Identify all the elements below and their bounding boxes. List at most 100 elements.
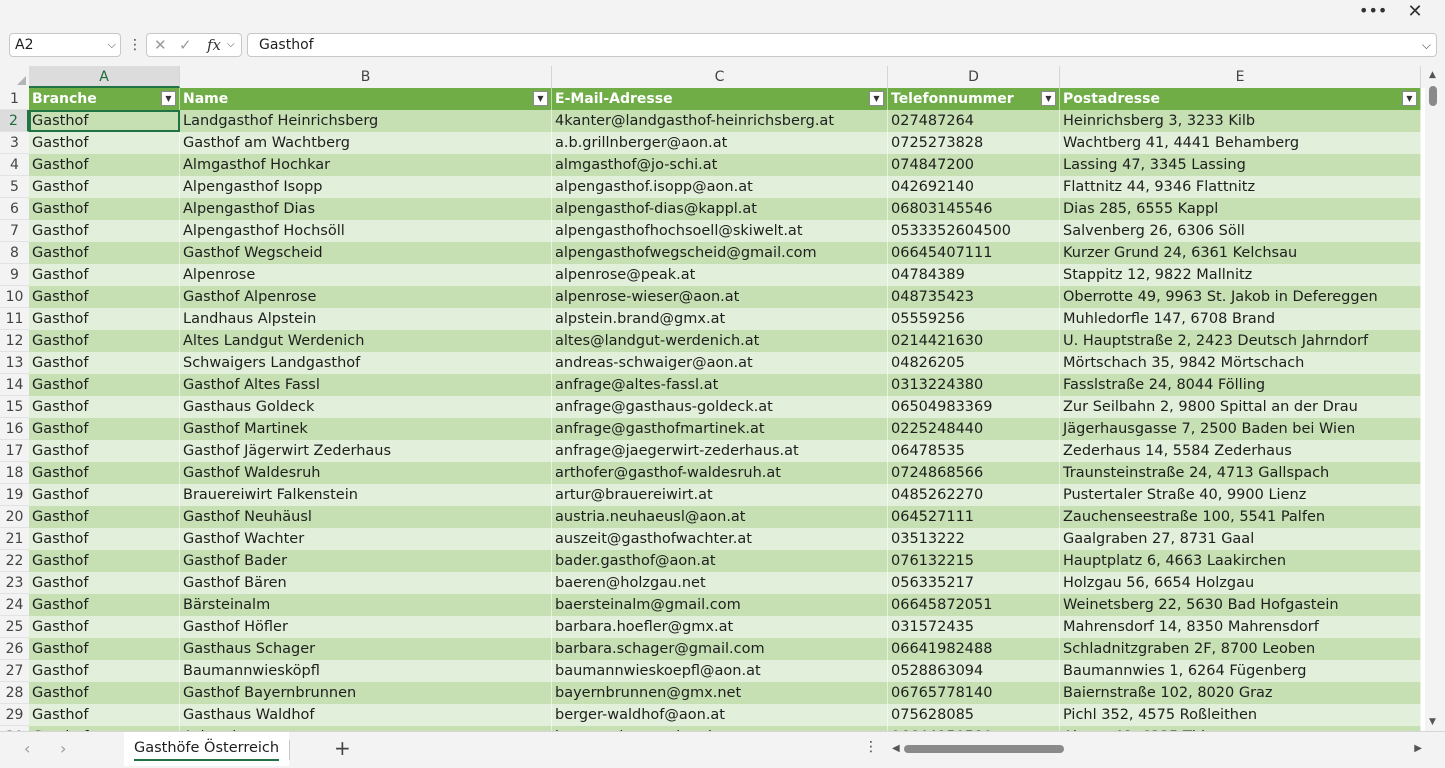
cell-postadresse[interactable]: Stappitz 12, 9822 Mallnitz xyxy=(1060,264,1421,286)
cell-branche[interactable]: Gasthof xyxy=(29,396,180,418)
cell-telefon[interactable]: 042692140 xyxy=(888,176,1060,198)
cell-email[interactable]: alpenrose-wieser@aon.at xyxy=(552,286,888,308)
cell-name[interactable]: Landgasthof Heinrichsberg xyxy=(180,110,552,132)
filter-dropdown-icon[interactable]: ▼ xyxy=(533,91,548,106)
cell-telefon[interactable]: 076132215 xyxy=(888,550,1060,572)
cell-name[interactable]: Gasthof Wachter xyxy=(180,528,552,550)
filter-dropdown-icon[interactable]: ▼ xyxy=(869,91,884,106)
cell-telefon[interactable]: 0225248440 xyxy=(888,418,1060,440)
cell-name[interactable]: Bärsteinalm xyxy=(180,594,552,616)
cell-postadresse[interactable]: Jägerhausgasse 7, 2500 Baden bei Wien xyxy=(1060,418,1421,440)
row-header[interactable]: 8 xyxy=(0,242,29,264)
cell-telefon[interactable]: 06641982488 xyxy=(888,638,1060,660)
cell-telefon[interactable]: 06478535 xyxy=(888,440,1060,462)
cell-postadresse[interactable]: Baiernstraße 102, 8020 Graz xyxy=(1060,682,1421,704)
cell-email[interactable]: alpengasthof-dias@kappl.at xyxy=(552,198,888,220)
cell-name[interactable]: Gasthof Jägerwirt Zederhaus xyxy=(180,440,552,462)
header-cell-telefon[interactable]: Telefonnummer ▼ xyxy=(888,88,1060,110)
cell-name[interactable]: Baumannwiesköpfl xyxy=(180,660,552,682)
cell-telefon[interactable]: 027487264 xyxy=(888,110,1060,132)
cell-name[interactable]: Gasthof Bader xyxy=(180,550,552,572)
cell-branche[interactable]: Gasthof xyxy=(29,352,180,374)
cell-branche[interactable]: Gasthof xyxy=(29,550,180,572)
row-header[interactable]: 18 xyxy=(0,462,29,484)
cell-postadresse[interactable]: Flattnitz 44, 9346 Flattnitz xyxy=(1060,176,1421,198)
row-header[interactable]: 3 xyxy=(0,132,29,154)
select-all-corner[interactable] xyxy=(0,66,29,88)
previous-sheet-icon[interactable]: ‹ xyxy=(24,739,30,758)
scroll-right-icon[interactable]: ▶ xyxy=(1414,740,1422,758)
row-header[interactable]: 1 xyxy=(0,88,29,110)
cell-telefon[interactable]: 048735423 xyxy=(888,286,1060,308)
cell-email[interactable]: austria.neuhaeusl@aon.at xyxy=(552,506,888,528)
cell-email[interactable]: bayernbrunnen@gmx.net xyxy=(552,682,888,704)
cell-branche[interactable]: Gasthof xyxy=(29,308,180,330)
cell-email[interactable]: anfrage@altes-fassl.at xyxy=(552,374,888,396)
cell-postadresse[interactable]: Mörtschach 35, 9842 Mörtschach xyxy=(1060,352,1421,374)
formula-input[interactable]: Gasthof ⌵ xyxy=(247,33,1437,57)
row-header[interactable]: 28 xyxy=(0,682,29,704)
cell-telefon[interactable]: 06504983369 xyxy=(888,396,1060,418)
row-header[interactable]: 11 xyxy=(0,308,29,330)
cell-email[interactable]: berger-waldhof@aon.at xyxy=(552,704,888,726)
cell-telefon[interactable]: 0724868566 xyxy=(888,462,1060,484)
cell-name[interactable]: Gasthaus Schager xyxy=(180,638,552,660)
cell-telefon[interactable]: 064527111 xyxy=(888,506,1060,528)
cell-name[interactable]: Altes Landgut Werdenich xyxy=(180,330,552,352)
cell-email[interactable]: artur@brauereiwirt.at xyxy=(552,484,888,506)
row-header[interactable]: 24 xyxy=(0,594,29,616)
cell-telefon[interactable]: 06645407111 xyxy=(888,242,1060,264)
cell-telefon[interactable]: 074847200 xyxy=(888,154,1060,176)
cell-email[interactable]: arthofer@gasthof-waldesruh.at xyxy=(552,462,888,484)
row-header[interactable]: 19 xyxy=(0,484,29,506)
column-header-b[interactable]: B xyxy=(180,66,552,88)
cell-postadresse[interactable]: Zederhaus 14, 5584 Zederhaus xyxy=(1060,440,1421,462)
column-header-e[interactable]: E xyxy=(1060,66,1421,88)
row-header[interactable]: 17 xyxy=(0,440,29,462)
expand-formula-icon[interactable]: ⌵ xyxy=(1422,34,1431,56)
cell-postadresse[interactable]: Schladnitzgraben 2F, 8700 Leoben xyxy=(1060,638,1421,660)
cell-telefon[interactable]: 0725273828 xyxy=(888,132,1060,154)
cell-branche[interactable]: Gasthof xyxy=(29,704,180,726)
cell-telefon[interactable]: 06803145546 xyxy=(888,198,1060,220)
filter-dropdown-icon[interactable]: ▼ xyxy=(1041,91,1056,106)
cell-email[interactable]: baersteinalm@gmail.com xyxy=(552,594,888,616)
cell-telefon[interactable]: 06645872051 xyxy=(888,594,1060,616)
row-header[interactable]: 26 xyxy=(0,638,29,660)
chevron-down-icon[interactable]: ⌵ xyxy=(227,34,235,56)
cell-postadresse[interactable]: Weinetsberg 22, 5630 Bad Hofgastein xyxy=(1060,594,1421,616)
horizontal-scrollbar[interactable]: ◀ ▶ xyxy=(892,740,1422,758)
cell-telefon[interactable]: 04784389 xyxy=(888,264,1060,286)
row-header[interactable]: 15 xyxy=(0,396,29,418)
cell-email[interactable]: alpengasthof.isopp@aon.at xyxy=(552,176,888,198)
cancel-icon[interactable]: ✕ xyxy=(154,34,167,56)
column-header-d[interactable]: D xyxy=(888,66,1060,88)
cell-postadresse[interactable]: Hauptplatz 6, 4663 Laakirchen xyxy=(1060,550,1421,572)
cell-postadresse[interactable]: Wachtberg 41, 4441 Behamberg xyxy=(1060,132,1421,154)
cell-name[interactable]: Schwaigers Landgasthof xyxy=(180,352,552,374)
cell-name[interactable]: Gasthof Bayernbrunnen xyxy=(180,682,552,704)
row-header[interactable]: 2 xyxy=(0,110,29,132)
cell-branche[interactable]: Gasthof xyxy=(29,242,180,264)
cell-name[interactable]: Alpengasthof Hochsöll xyxy=(180,220,552,242)
cell-branche[interactable]: Gasthof xyxy=(29,682,180,704)
cell-branche[interactable]: Gasthof xyxy=(29,154,180,176)
enter-icon[interactable]: ✓ xyxy=(179,34,192,56)
cell-email[interactable]: almgasthof@jo-schi.at xyxy=(552,154,888,176)
cell-email[interactable]: alpstein.brand@gmx.at xyxy=(552,308,888,330)
cell-postadresse[interactable]: Muhledorfle 147, 6708 Brand xyxy=(1060,308,1421,330)
sheet-tab-active[interactable]: Gasthöfe Österreich xyxy=(124,732,290,766)
cell-name[interactable]: Gasthof Altes Fassl xyxy=(180,374,552,396)
cell-branche[interactable]: Gasthof xyxy=(29,440,180,462)
row-header[interactable]: 13 xyxy=(0,352,29,374)
cell-postadresse[interactable]: Holzgau 56, 6654 Holzgau xyxy=(1060,572,1421,594)
cell-telefon[interactable]: 0313224380 xyxy=(888,374,1060,396)
scroll-up-icon[interactable]: ▲ xyxy=(1429,70,1436,80)
row-header[interactable]: 5 xyxy=(0,176,29,198)
horizontal-scroll-thumb[interactable] xyxy=(904,745,1064,753)
cell-postadresse[interactable]: Gaalgraben 27, 8731 Gaal xyxy=(1060,528,1421,550)
vertical-dots-icon[interactable]: ⋮ xyxy=(128,33,142,57)
cell-branche[interactable]: Gasthof xyxy=(29,176,180,198)
cell-name[interactable]: Brauereiwirt Falkenstein xyxy=(180,484,552,506)
cell-postadresse[interactable]: Kurzer Grund 24, 6361 Kelchsau xyxy=(1060,242,1421,264)
